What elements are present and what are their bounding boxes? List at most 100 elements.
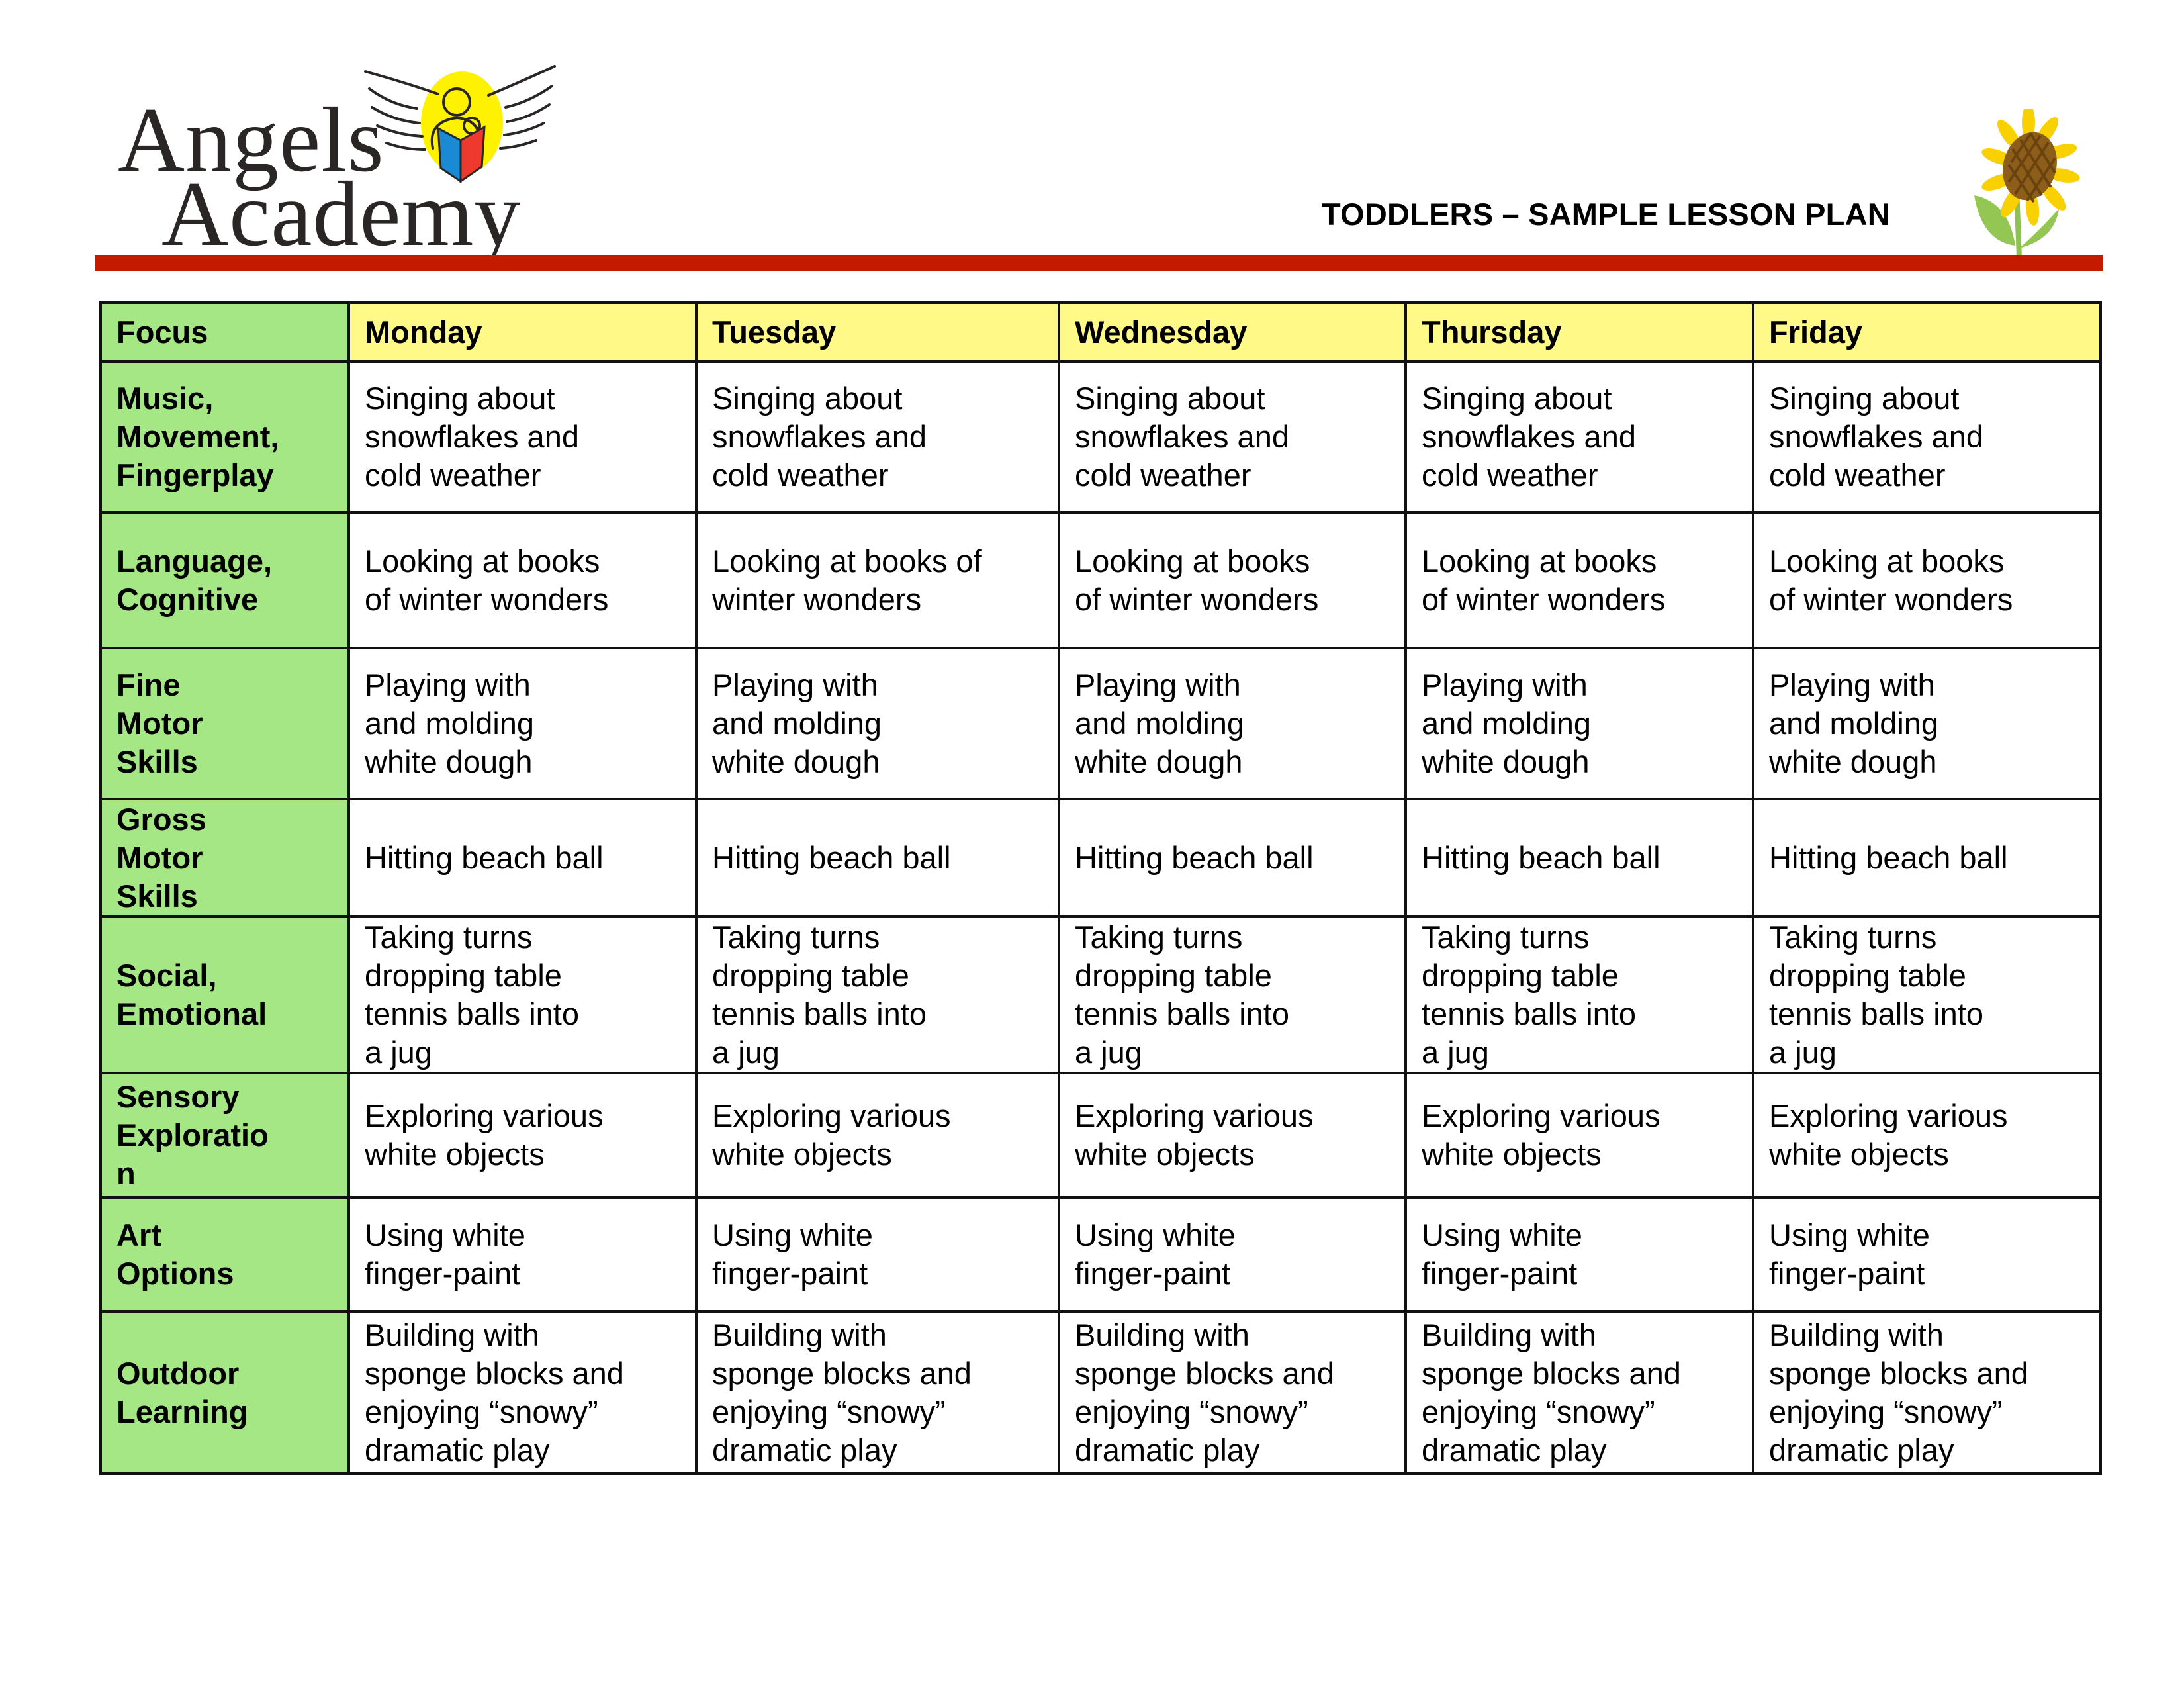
table-row: Fine Motor Skills Playing with and moldin… xyxy=(99,647,2102,800)
table-row: Gross Motor Skills Hitting beach ball Hitt… xyxy=(99,798,2102,918)
column-header-wednesday: Wednesday xyxy=(1058,301,1407,363)
focus-area-cell: Social, Emotional xyxy=(99,915,350,1074)
column-header-friday: Friday xyxy=(1752,301,2102,363)
angel-reading-book-icon xyxy=(364,65,556,183)
activity-cell: Playing with and molding white dough xyxy=(1058,647,1407,800)
table-row: Outdoor Learning Building with sponge blo… xyxy=(99,1310,2102,1475)
activity-cell: Using white finger-paint xyxy=(1058,1196,1407,1313)
activity-text: Using white finger-paint xyxy=(1769,1217,1930,1291)
focus-area-label: Music, Movement, Fingerplay xyxy=(116,381,279,492)
activity-cell: Exploring various white objects xyxy=(1752,1072,2102,1199)
activity-cell: Looking at books of winter wonders xyxy=(1404,511,1754,649)
activity-text: Looking at books of winter wonders xyxy=(1075,543,1319,617)
activity-text: Using white finger-paint xyxy=(365,1217,525,1291)
activity-cell: Looking at books of winter wonders xyxy=(695,511,1060,649)
activity-cell: Playing with and molding white dough xyxy=(1752,647,2102,800)
activity-text: Taking turns dropping table tennis balls… xyxy=(712,919,927,1070)
activity-text: Hitting beach ball xyxy=(1769,840,2008,875)
activity-cell: Hitting beach ball xyxy=(1404,798,1754,918)
table-header-row: Focus Monday Tuesday Wednesday Thursday … xyxy=(99,301,2102,363)
focus-area-label: Art Options xyxy=(116,1217,234,1291)
focus-area-label: Sensory Exploratio n xyxy=(116,1079,269,1191)
activity-text: Playing with and molding white dough xyxy=(365,667,535,779)
activity-text: Using white finger-paint xyxy=(1422,1217,1582,1291)
activity-text: Building with sponge blocks and enjoying… xyxy=(712,1317,972,1468)
activity-text: Building with sponge blocks and enjoying… xyxy=(1422,1317,1681,1468)
focus-area-label: Language, Cognitive xyxy=(116,543,273,617)
activity-text: Singing about snowflakes and cold weathe… xyxy=(712,381,927,492)
activity-cell: Exploring various white objects xyxy=(1404,1072,1754,1199)
activity-cell: Playing with and molding white dough xyxy=(695,647,1060,800)
activity-cell: Taking turns dropping table tennis balls… xyxy=(1058,915,1407,1074)
activity-text: Building with sponge blocks and enjoying… xyxy=(1769,1317,2028,1468)
page-title: TODDLERS – SAMPLE LESSON PLAN xyxy=(1322,197,1890,232)
focus-area-cell: Outdoor Learning xyxy=(99,1310,350,1475)
activity-cell: Singing about snowflakes and cold weathe… xyxy=(347,360,698,514)
activity-cell: Using white finger-paint xyxy=(347,1196,698,1313)
activity-text: Hitting beach ball xyxy=(712,840,951,875)
activity-cell: Building with sponge blocks and enjoying… xyxy=(347,1310,698,1475)
activity-text: Looking at books of winter wonders xyxy=(365,543,609,617)
activity-cell: Exploring various white objects xyxy=(1058,1072,1407,1199)
activity-cell: Exploring various white objects xyxy=(695,1072,1060,1199)
activity-text: Hitting beach ball xyxy=(365,840,604,875)
activity-cell: Singing about snowflakes and cold weathe… xyxy=(695,360,1060,514)
activity-cell: Using white finger-paint xyxy=(695,1196,1060,1313)
activity-cell: Hitting beach ball xyxy=(695,798,1060,918)
column-header-focus: Focus xyxy=(99,301,350,363)
focus-area-cell: Sensory Exploratio n xyxy=(99,1072,350,1199)
table-row: Social, Emotional Taking turns dropping t… xyxy=(99,915,2102,1074)
academy-logo: Angels Academy xyxy=(118,58,556,261)
activity-cell: Building with sponge blocks and enjoying… xyxy=(1752,1310,2102,1475)
focus-area-cell: Art Options xyxy=(99,1196,350,1313)
activity-text: Exploring various white objects xyxy=(1075,1098,1314,1172)
activity-cell: Playing with and molding white dough xyxy=(347,647,698,800)
activity-cell: Looking at books of winter wonders xyxy=(1058,511,1407,649)
activity-text: Singing about snowflakes and cold weathe… xyxy=(365,381,579,492)
focus-area-label: Outdoor Learning xyxy=(116,1355,248,1429)
column-header-thursday: Thursday xyxy=(1404,301,1754,363)
activity-text: Exploring various white objects xyxy=(1422,1098,1661,1172)
focus-area-label: Fine Motor Skills xyxy=(116,667,203,779)
activity-text: Playing with and molding white dough xyxy=(1075,667,1245,779)
focus-area-label: Social, Emotional xyxy=(116,958,267,1031)
activity-text: Exploring various white objects xyxy=(1769,1098,2008,1172)
focus-area-cell: Language, Cognitive xyxy=(99,511,350,649)
activity-text: Singing about snowflakes and cold weathe… xyxy=(1769,381,1983,492)
focus-area-cell: Music, Movement, Fingerplay xyxy=(99,360,350,514)
activity-text: Singing about snowflakes and cold weathe… xyxy=(1075,381,1289,492)
activity-text: Exploring various white objects xyxy=(365,1098,604,1172)
activity-cell: Taking turns dropping table tennis balls… xyxy=(1752,915,2102,1074)
activity-text: Hitting beach ball xyxy=(1422,840,1661,875)
activity-cell: Looking at books of winter wonders xyxy=(347,511,698,649)
activity-cell: Singing about snowflakes and cold weathe… xyxy=(1404,360,1754,514)
activity-cell: Playing with and molding white dough xyxy=(1404,647,1754,800)
focus-area-label: Gross Motor Skills xyxy=(116,802,206,914)
activity-text: Exploring various white objects xyxy=(712,1098,951,1172)
activity-text: Taking turns dropping table tennis balls… xyxy=(365,919,579,1070)
table-row: Music, Movement, Fingerplay Singing about… xyxy=(99,360,2102,514)
activity-text: Looking at books of winter wonders xyxy=(712,543,982,617)
activity-cell: Building with sponge blocks and enjoying… xyxy=(1058,1310,1407,1475)
activity-cell: Taking turns dropping table tennis balls… xyxy=(347,915,698,1074)
activity-text: Taking turns dropping table tennis balls… xyxy=(1422,919,1636,1070)
table-row: Art Options Using white finger-paint Using… xyxy=(99,1196,2102,1313)
activity-text: Playing with and molding white dough xyxy=(712,667,882,779)
activity-text: Using white finger-paint xyxy=(712,1217,873,1291)
activity-text: Building with sponge blocks and enjoying… xyxy=(365,1317,624,1468)
activity-cell: Singing about snowflakes and cold weathe… xyxy=(1058,360,1407,514)
activity-cell: Hitting beach ball xyxy=(1752,798,2102,918)
activity-cell: Singing about snowflakes and cold weathe… xyxy=(1752,360,2102,514)
activity-text: Playing with and molding white dough xyxy=(1769,667,1939,779)
activity-text: Looking at books of winter wonders xyxy=(1769,543,2013,617)
activity-cell: Taking turns dropping table tennis balls… xyxy=(695,915,1060,1074)
activity-cell: Hitting beach ball xyxy=(347,798,698,918)
activity-text: Looking at books of winter wonders xyxy=(1422,543,1666,617)
activity-text: Taking turns dropping table tennis balls… xyxy=(1769,919,1983,1070)
focus-area-cell: Gross Motor Skills xyxy=(99,798,350,918)
activity-text: Using white finger-paint xyxy=(1075,1217,1236,1291)
table-row: Sensory Exploratio n Exploring various wh… xyxy=(99,1072,2102,1199)
activity-cell: Hitting beach ball xyxy=(1058,798,1407,918)
lesson-plan-table: Focus Monday Tuesday Wednesday Thursday … xyxy=(99,301,2102,1475)
focus-area-cell: Fine Motor Skills xyxy=(99,647,350,800)
